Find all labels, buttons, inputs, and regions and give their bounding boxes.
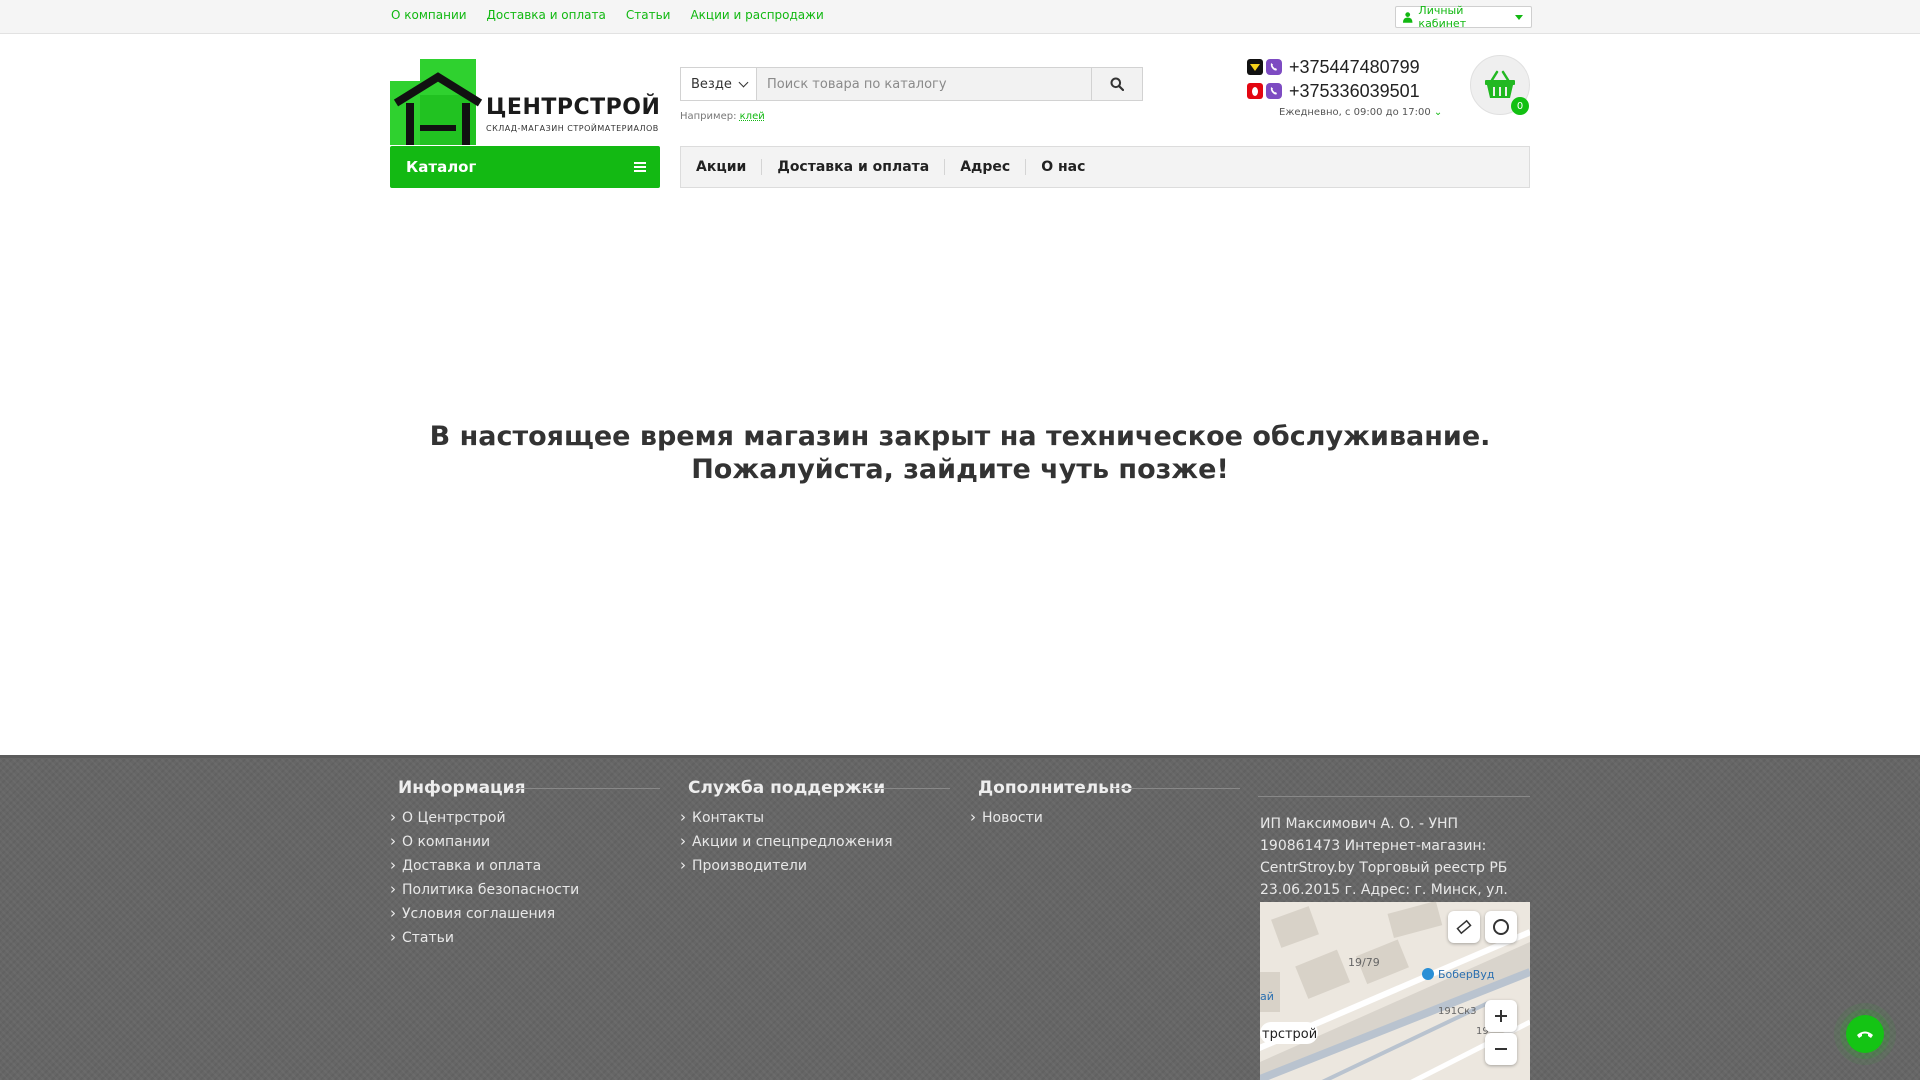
footer-info-title: Информация [390,778,662,798]
ruler-icon [1456,919,1472,935]
top-bar: О компании Доставка и оплата Статьи Акци… [0,0,1920,34]
footer-link[interactable]: Новости [970,808,1242,834]
maintenance-notice: В настоящее время магазин закрыт на техн… [0,420,1920,486]
panorama-button[interactable] [1485,911,1517,943]
map-label: трстрой [1262,1027,1317,1042]
panorama-icon [1493,919,1509,935]
map-label: 191Ск3 [1438,1006,1476,1017]
footer-info-column: Информация О Центрстрой О компании Доста… [390,778,662,954]
footer-link[interactable]: Условия соглашения [390,904,662,930]
footer-extra-title: Дополнительно [970,778,1242,798]
logo-name: ЦЕНТРСТРОЙ [486,95,661,120]
ruler-button[interactable] [1448,911,1480,943]
site-logo[interactable]: ЦЕНТРСТРОЙ СКЛАД-МАГАЗИН СТРОЙМАТЕРИАЛОВ [390,59,660,145]
catalog-label: Каталог [406,158,477,176]
search-scope-select[interactable]: Везде [681,68,757,100]
map-label: 19/79 [1348,956,1380,969]
top-nav-articles[interactable]: Статьи [626,8,671,22]
catalog-button[interactable]: Каталог [390,146,660,188]
callback-button[interactable] [1846,1015,1884,1053]
footer-support-column: Служба поддержки Контакты Акции и спецпр… [680,778,952,882]
search-input[interactable] [757,68,1091,100]
working-hours-text: Ежедневно, с 09:00 до 17:00 [1279,107,1431,118]
search-example: Например: клей [680,111,765,122]
phone-icon [1857,1031,1873,1038]
logo-tagline: СКЛАД-МАГАЗИН СТРОЙМАТЕРИАЛОВ [486,124,659,133]
footer-support-title: Служба поддержки [680,778,952,798]
top-nav: О компании Доставка и оплата Статьи Акци… [391,8,824,22]
footer-extra-column: Дополнительно Новости [970,778,1242,834]
top-nav-sales[interactable]: Акции и распродажи [690,8,823,22]
velcom-operator-icon [1247,59,1263,75]
menu-icon [634,162,646,172]
footer-link[interactable]: О Центрстрой [390,808,662,834]
account-label: Личный кабинет [1418,4,1467,30]
footer-link[interactable]: О компании [390,832,662,858]
phone-row: +375336039501 [1247,79,1420,103]
footer: Информация О Центрстрой О компании Доста… [0,755,1920,1080]
main-nav: Акции Доставка и оплата Адрес О нас [680,146,1530,188]
search-scope-label: Везде [691,76,732,92]
chevron-down-icon [1515,14,1523,20]
zoom-in-button[interactable] [1485,1000,1517,1032]
user-icon [1402,12,1413,23]
viber-icon [1266,83,1282,99]
footer-divider [1258,796,1530,797]
working-hours[interactable]: Ежедневно, с 09:00 до 17:00 ⌄ [1279,107,1442,118]
house-logo-icon [390,59,483,145]
main-nav-about[interactable]: О нас [1025,159,1100,175]
search-button[interactable] [1091,68,1142,100]
cart-count-badge: 0 [1511,97,1529,115]
mts-operator-icon [1247,83,1263,99]
phone-number[interactable]: +375336039501 [1289,81,1420,102]
map-label: БоберВуд [1438,968,1495,981]
footer-link[interactable]: Доставка и оплата [390,856,662,882]
minus-icon [1495,1048,1507,1050]
footer-link[interactable]: Акции и спецпредложения [680,832,952,858]
footer-link[interactable]: Статьи [390,928,662,954]
phone-number[interactable]: +375447480799 [1289,57,1420,78]
plus-icon [1495,1010,1507,1022]
phones-block: +375447480799 +375336039501 [1247,55,1420,103]
main-nav-delivery[interactable]: Доставка и оплата [761,159,944,175]
viber-icon [1266,59,1282,75]
maintenance-notice-line1: В настоящее время магазин закрыт на техн… [429,421,1491,452]
search-icon [1110,77,1124,91]
chevron-down-icon [738,77,749,87]
phone-row: +375447480799 [1247,55,1420,79]
top-nav-about[interactable]: О компании [391,8,467,22]
zoom-out-button[interactable] [1485,1033,1517,1065]
footer-link[interactable]: Производители [680,856,952,882]
main-nav-address[interactable]: Адрес [944,159,1025,175]
search-example-prefix: Например: [680,111,737,122]
main-nav-promotions[interactable]: Акции [696,159,761,175]
search-bar: Везде [680,67,1143,101]
maintenance-notice-line2: Пожалуйста, зайдите чуть позже! [691,454,1229,485]
footer-link[interactable]: Политика безопасности [390,880,662,906]
location-map[interactable]: 19/79 БоберВуд 191Ск3 19 ай трстрой [1260,902,1530,1080]
account-dropdown[interactable]: Личный кабинет [1395,4,1532,30]
map-label: ай [1260,990,1274,1003]
chevron-down-icon: ⌄ [1433,107,1443,118]
basket-icon [1485,70,1515,98]
search-example-link[interactable]: клей [740,111,765,122]
top-nav-delivery[interactable]: Доставка и оплата [487,8,606,22]
footer-link[interactable]: Контакты [680,808,952,834]
